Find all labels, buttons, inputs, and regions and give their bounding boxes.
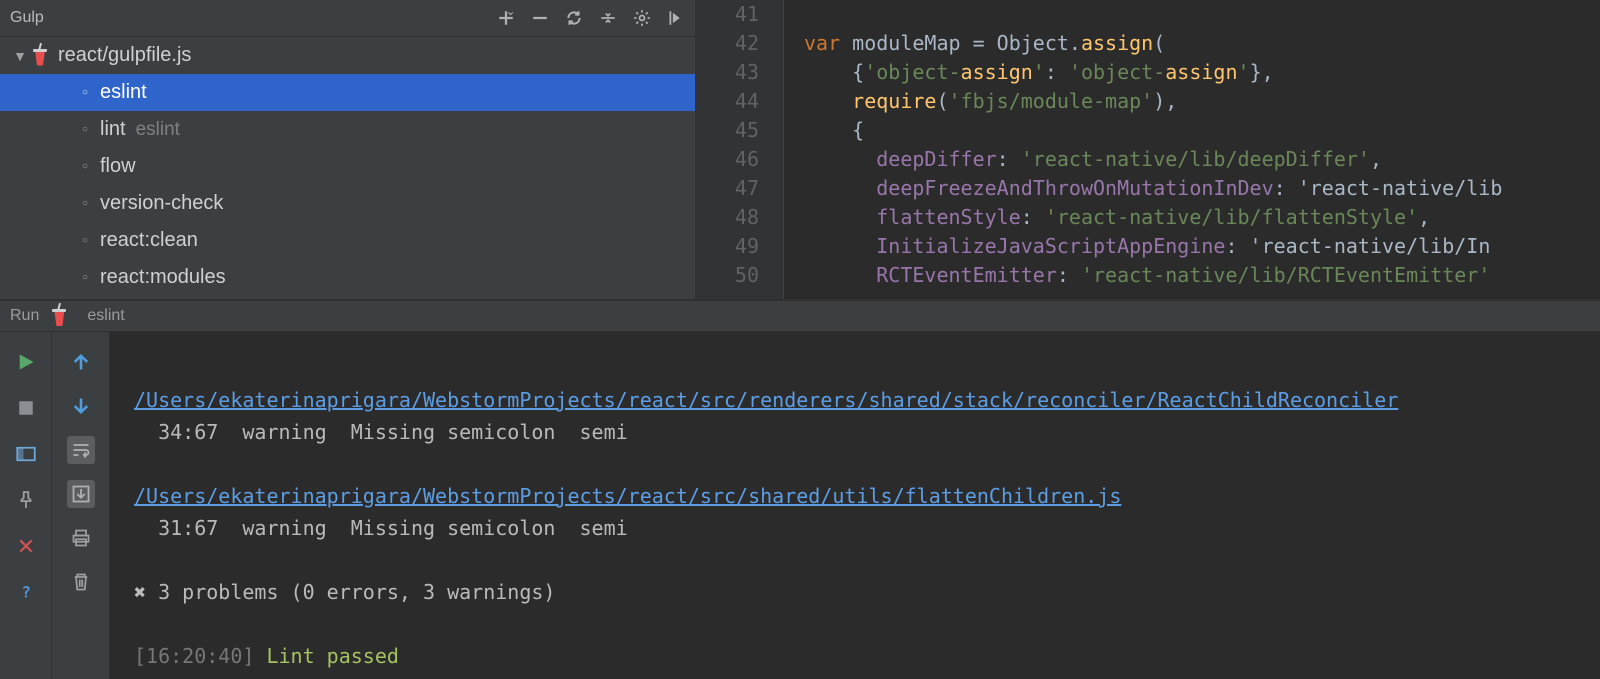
layout-icon[interactable] (12, 440, 40, 468)
print-icon[interactable] (67, 524, 95, 552)
code-editor[interactable]: 41424344454647484950 var moduleMap = Obj… (696, 0, 1600, 299)
refresh-icon[interactable] (565, 9, 583, 27)
console-file-link[interactable]: /Users/ekaterinaprigara/WebstormProjects… (134, 484, 1121, 508)
gulp-task-row[interactable]: ○flow (0, 148, 695, 185)
run-task-name: eslint (87, 307, 124, 325)
gulp-title: Gulp (10, 9, 497, 27)
gulp-cup-icon (49, 306, 69, 326)
task-name: flow (100, 155, 136, 178)
task-name: react:clean (100, 229, 198, 252)
editor-code[interactable]: var moduleMap = Object.assign( {'object-… (784, 0, 1600, 299)
console-file-link[interactable]: /Users/ekaterinaprigara/WebstormProjects… (134, 388, 1398, 412)
remove-icon[interactable] (531, 9, 549, 27)
collapse-icon[interactable] (599, 9, 617, 27)
line-number: 44 (696, 87, 759, 116)
console-line: 34:67 warning Missing semicolon semi (134, 420, 628, 444)
task-dependency: eslint (136, 119, 180, 141)
svg-text:?: ? (21, 583, 30, 601)
gulp-file-row[interactable]: ▼ react/gulpfile.js (0, 37, 695, 74)
task-name: react:modules (100, 266, 226, 289)
console-line: 31:67 warning Missing semicolon semi (134, 516, 628, 540)
gulp-task-row[interactable]: ○eslint (0, 74, 695, 111)
stop-icon[interactable] (12, 394, 40, 422)
line-number: 41 (696, 0, 759, 29)
line-number: 50 (696, 261, 759, 290)
gulp-task-row[interactable]: ○react:modules (0, 259, 695, 296)
task-bullet-icon: ○ (70, 198, 100, 209)
console-summary: ✖ 3 problems (0 errors, 3 warnings) (134, 580, 555, 604)
trash-icon[interactable] (67, 568, 95, 596)
gulp-tool-window: Gulp ▼ react/gulpfile.js (0, 0, 696, 299)
gear-icon[interactable] (633, 9, 651, 27)
line-number: 47 (696, 174, 759, 203)
task-bullet-icon: ○ (70, 124, 100, 135)
line-number: 48 (696, 203, 759, 232)
arrow-up-icon[interactable] (67, 348, 95, 376)
task-bullet-icon: ○ (70, 161, 100, 172)
gulp-task-row[interactable]: ○lint eslint (0, 111, 695, 148)
line-number: 49 (696, 232, 759, 261)
task-bullet-icon: ○ (70, 87, 100, 98)
soft-wrap-icon[interactable] (67, 436, 95, 464)
line-number: 46 (696, 145, 759, 174)
play-icon[interactable] (12, 348, 40, 376)
task-name: eslint (100, 81, 147, 104)
task-bullet-icon: ○ (70, 235, 100, 246)
gulp-task-row[interactable]: ○version-check (0, 185, 695, 222)
task-name: version-check (100, 192, 223, 215)
console-timestamp: [16:20:40] (134, 644, 266, 668)
chevron-down-icon[interactable]: ▼ (10, 48, 30, 64)
arrow-down-icon[interactable] (67, 392, 95, 420)
help-icon[interactable]: ? (12, 578, 40, 606)
gulp-task-tree: ▼ react/gulpfile.js ○eslint○linteslint○f… (0, 37, 695, 299)
run-header: Run eslint (0, 300, 1600, 332)
console-output[interactable]: /Users/ekaterinaprigara/WebstormProjects… (110, 332, 1600, 679)
gulp-header: Gulp (0, 0, 695, 37)
gulp-task-row[interactable]: ○react:clean (0, 222, 695, 259)
run-toolbar-left: ? (0, 332, 52, 679)
add-icon[interactable] (497, 9, 515, 27)
scroll-to-end-icon[interactable] (67, 480, 95, 508)
run-toolbar-console (52, 332, 110, 679)
console-passed: Lint passed (266, 644, 398, 668)
run-label: Run (10, 307, 39, 325)
gulp-file-label: react/gulpfile.js (58, 44, 191, 67)
task-bullet-icon: ○ (70, 272, 100, 283)
task-name: lint (100, 118, 126, 141)
hide-icon[interactable] (667, 9, 685, 27)
gulp-cup-icon (30, 46, 50, 66)
line-number: 43 (696, 58, 759, 87)
line-number: 45 (696, 116, 759, 145)
editor-gutter: 41424344454647484950 (696, 0, 784, 299)
pin-icon[interactable] (12, 486, 40, 514)
close-icon[interactable] (12, 532, 40, 560)
line-number: 42 (696, 29, 759, 58)
